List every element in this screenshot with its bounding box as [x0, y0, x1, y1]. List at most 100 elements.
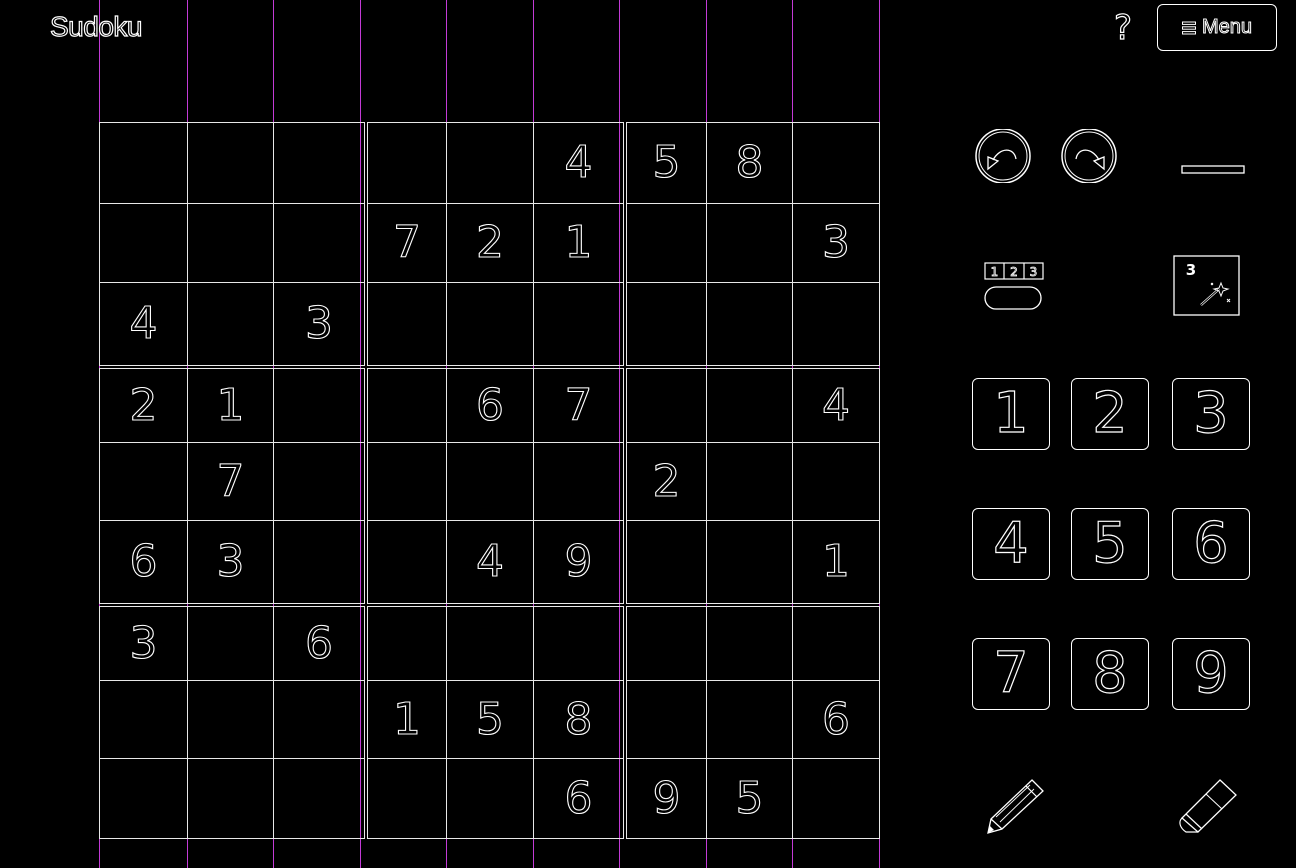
board-cell-r5c6[interactable]: [533, 442, 624, 521]
board-cell-r4c1[interactable]: 2: [99, 368, 188, 443]
board-cell-r6c8[interactable]: [706, 520, 793, 604]
keypad-6-button[interactable]: 6: [1172, 508, 1250, 580]
board-cell-r8c7[interactable]: [626, 680, 707, 759]
board-cell-r3c6[interactable]: [533, 282, 624, 366]
board-cell-r2c1[interactable]: [99, 203, 188, 283]
menu-button[interactable]: Menu: [1157, 4, 1277, 51]
board-cell-r7c8[interactable]: [706, 606, 793, 681]
board-cell-r2c4[interactable]: 7: [367, 203, 447, 283]
board-cell-r4c7[interactable]: [626, 368, 707, 443]
board-cell-r9c3[interactable]: [273, 758, 365, 839]
board-cell-r1c1[interactable]: [99, 122, 188, 204]
board-cell-r2c6[interactable]: 1: [533, 203, 624, 283]
minimize-button[interactable]: [1181, 162, 1245, 176]
board-cell-r9c6[interactable]: 6: [533, 758, 624, 839]
board-cell-r7c7[interactable]: [626, 606, 707, 681]
redo-button[interactable]: [1060, 128, 1118, 184]
board-cell-r5c8[interactable]: [706, 442, 793, 521]
board-cell-r7c2[interactable]: [187, 606, 274, 681]
board-cell-r6c3[interactable]: [273, 520, 365, 604]
board-cell-r9c7[interactable]: 9: [626, 758, 707, 839]
board-cell-r5c7[interactable]: 2: [626, 442, 707, 521]
board-cell-r4c6[interactable]: 7: [533, 368, 624, 443]
keypad-5-button[interactable]: 5: [1071, 508, 1149, 580]
board-cell-r2c5[interactable]: 2: [446, 203, 534, 283]
board-cell-r7c9[interactable]: [792, 606, 880, 681]
board-cell-r8c2[interactable]: [187, 680, 274, 759]
board-cell-r3c8[interactable]: [706, 282, 793, 366]
board-cell-r1c7[interactable]: 5: [626, 122, 707, 204]
keypad-4-button[interactable]: 4: [972, 508, 1050, 580]
board-cell-r7c5[interactable]: [446, 606, 534, 681]
board-cell-r7c4[interactable]: [367, 606, 447, 681]
board-cell-r1c6[interactable]: 4: [533, 122, 624, 204]
board-cell-r8c5[interactable]: 5: [446, 680, 534, 759]
keypad-1-button[interactable]: 1: [972, 378, 1050, 450]
board-cell-r6c4[interactable]: [367, 520, 447, 604]
board-cell-r6c7[interactable]: [626, 520, 707, 604]
help-button[interactable]: ?: [1109, 7, 1137, 48]
board-cell-r6c9[interactable]: 1: [792, 520, 880, 604]
board-cell-r9c5[interactable]: [446, 758, 534, 839]
keypad-9-button[interactable]: 9: [1172, 638, 1250, 710]
board-cell-r8c9[interactable]: 6: [792, 680, 880, 759]
pencil-button[interactable]: [984, 777, 1046, 835]
board-cell-r7c6[interactable]: [533, 606, 624, 681]
board-cell-r1c9[interactable]: [792, 122, 880, 204]
board-cell-r4c8[interactable]: [706, 368, 793, 443]
board-cell-r4c5[interactable]: 6: [446, 368, 534, 443]
board-cell-r3c7[interactable]: [626, 282, 707, 366]
board-cell-r2c3[interactable]: [273, 203, 365, 283]
board-cell-r1c3[interactable]: [273, 122, 365, 204]
board-cell-r3c3[interactable]: 3: [273, 282, 365, 366]
board-cell-r5c5[interactable]: [446, 442, 534, 521]
board-cell-r5c9[interactable]: [792, 442, 880, 521]
board-cell-r8c1[interactable]: [99, 680, 188, 759]
keypad-8-button[interactable]: 8: [1071, 638, 1149, 710]
board-cell-r2c7[interactable]: [626, 203, 707, 283]
board-cell-r4c3[interactable]: [273, 368, 365, 443]
board-cell-r3c5[interactable]: [446, 282, 534, 366]
board-cell-r8c8[interactable]: [706, 680, 793, 759]
board-cell-r1c5[interactable]: [446, 122, 534, 204]
board-cell-r4c4[interactable]: [367, 368, 447, 443]
board-cell-r6c2[interactable]: 3: [187, 520, 274, 604]
board-cell-r3c9[interactable]: [792, 282, 880, 366]
board-cell-r1c4[interactable]: [367, 122, 447, 204]
board-cell-r6c6[interactable]: 9: [533, 520, 624, 604]
board-cell-r8c4[interactable]: 1: [367, 680, 447, 759]
eraser-button[interactable]: [1176, 778, 1238, 834]
board-cell-r5c3[interactable]: [273, 442, 365, 521]
board-cell-r4c9[interactable]: 4: [792, 368, 880, 443]
board-cell-r2c8[interactable]: [706, 203, 793, 283]
board-cell-r9c1[interactable]: [99, 758, 188, 839]
board-cell-r9c9[interactable]: [792, 758, 880, 839]
keypad-3-button[interactable]: 3: [1172, 378, 1250, 450]
board-cell-r9c8[interactable]: 5: [706, 758, 793, 839]
board-cell-r2c9[interactable]: 3: [792, 203, 880, 283]
board-cell-r9c4[interactable]: [367, 758, 447, 839]
board-cell-r8c3[interactable]: [273, 680, 365, 759]
board-cell-r4c2[interactable]: 1: [187, 368, 274, 443]
cell-value: 6: [475, 379, 504, 431]
board-cell-r5c4[interactable]: [367, 442, 447, 521]
board-cell-r5c1[interactable]: [99, 442, 188, 521]
board-cell-r1c2[interactable]: [187, 122, 274, 204]
board-cell-r7c3[interactable]: 6: [273, 606, 365, 681]
board-cell-r6c1[interactable]: 6: [99, 520, 188, 604]
undo-button[interactable]: [974, 128, 1032, 184]
board-cell-r2c2[interactable]: [187, 203, 274, 283]
board-cell-r5c2[interactable]: 7: [187, 442, 274, 521]
board-cell-r9c2[interactable]: [187, 758, 274, 839]
board-cell-r1c8[interactable]: 8: [706, 122, 793, 204]
board-cell-r8c6[interactable]: 8: [533, 680, 624, 759]
board-cell-r3c4[interactable]: [367, 282, 447, 366]
hint-button[interactable]: 3: [1173, 255, 1240, 316]
notes-mode-button[interactable]: 1 2 3: [982, 260, 1046, 312]
keypad-7-button[interactable]: 7: [972, 638, 1050, 710]
board-cell-r3c2[interactable]: [187, 282, 274, 366]
keypad-2-button[interactable]: 2: [1071, 378, 1149, 450]
board-cell-r3c1[interactable]: 4: [99, 282, 188, 366]
board-cell-r6c5[interactable]: 4: [446, 520, 534, 604]
board-cell-r7c1[interactable]: 3: [99, 606, 188, 681]
